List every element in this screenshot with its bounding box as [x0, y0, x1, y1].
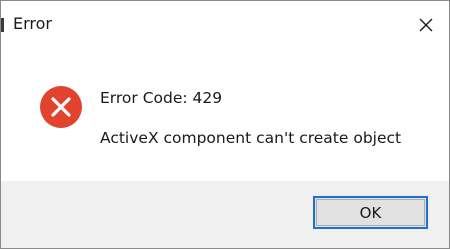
window-title: Error — [13, 14, 52, 33]
ok-button[interactable]: OK — [313, 196, 428, 229]
close-button[interactable] — [403, 1, 449, 49]
error-icon — [40, 86, 82, 128]
message-area: Error Code: 429 ActiveX component can't … — [1, 49, 449, 181]
button-bar: OK — [1, 181, 449, 248]
title-bar[interactable]: Error — [1, 1, 449, 49]
error-message-text: ActiveX component can't create object — [100, 129, 402, 147]
error-code-text: Error Code: 429 — [100, 89, 223, 107]
close-icon — [419, 18, 433, 32]
background-window-edge — [1, 18, 4, 32]
error-dialog: Error Error Code: 429 ActiveX component … — [0, 0, 450, 249]
